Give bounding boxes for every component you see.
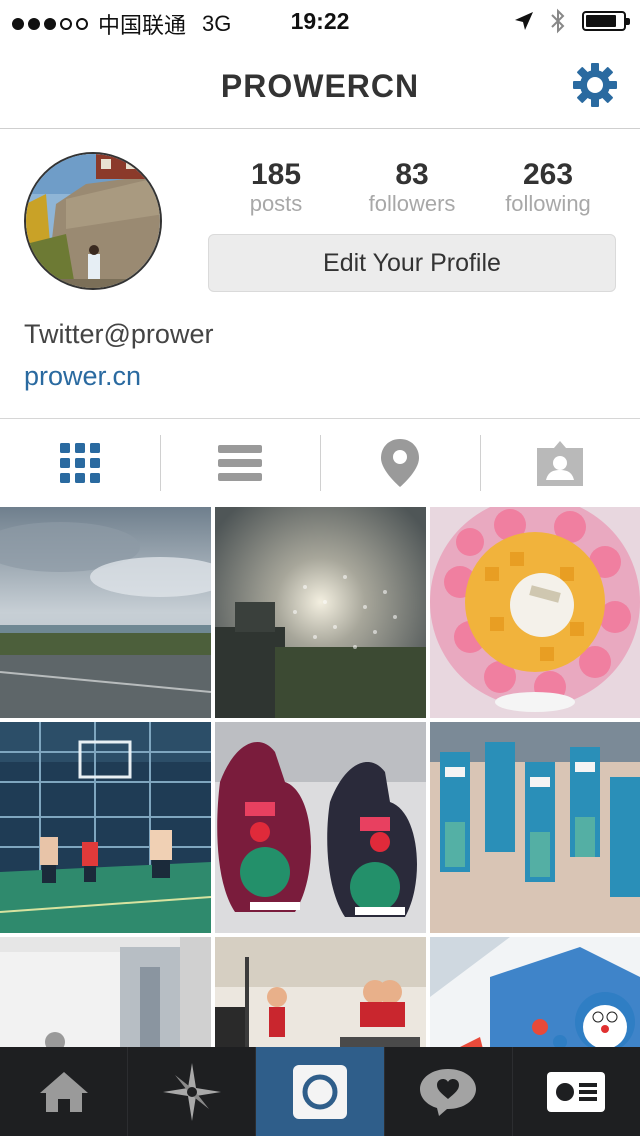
- profile-bio: Twitter@prower: [24, 319, 214, 349]
- tab-grid-view[interactable]: [0, 419, 160, 507]
- tab-profile[interactable]: [513, 1047, 640, 1136]
- tab-explore[interactable]: [128, 1047, 257, 1136]
- bluetooth-icon: [551, 8, 565, 34]
- stat-posts[interactable]: 185 posts: [208, 159, 344, 217]
- photo-thumbnail[interactable]: [0, 722, 211, 933]
- list-icon: [218, 445, 262, 481]
- tab-map-view[interactable]: [320, 419, 480, 507]
- stat-label: following: [505, 191, 591, 216]
- page-title: PROWERCN: [220, 68, 420, 104]
- home-icon: [39, 1071, 88, 1112]
- stat-label: followers: [368, 191, 456, 216]
- tab-list-view[interactable]: [160, 419, 320, 507]
- photo-thumbnail[interactable]: [215, 507, 426, 718]
- location-pin-icon: [381, 439, 419, 487]
- photo-thumbnail[interactable]: [0, 507, 211, 718]
- gear-icon[interactable]: [572, 62, 618, 108]
- nav-bar: PROWERCN: [0, 40, 640, 129]
- stat-value: 185: [250, 158, 302, 191]
- view-mode-bar: [0, 419, 640, 507]
- tab-tagged-view[interactable]: [480, 419, 640, 507]
- star-compass-icon: [162, 1062, 221, 1121]
- stat-value: 263: [522, 158, 574, 191]
- stat-following[interactable]: 263 following: [480, 159, 616, 217]
- photo-thumbnail[interactable]: [215, 722, 426, 933]
- profile-stats: 185 posts 83 followers 263 following: [208, 159, 616, 217]
- photo-thumbnail[interactable]: [430, 722, 640, 933]
- tab-home[interactable]: [0, 1047, 129, 1136]
- profile-header: 185 posts 83 followers 263 following Edi…: [0, 129, 640, 419]
- stat-followers[interactable]: 83 followers: [344, 159, 480, 217]
- stat-value: 83: [395, 158, 429, 191]
- edit-profile-button[interactable]: Edit Your Profile: [208, 234, 616, 292]
- status-bar: 中国联通 3G 19:22: [0, 0, 640, 40]
- tagged-person-icon: [537, 441, 583, 486]
- heart-bubble-icon: [420, 1068, 477, 1116]
- tab-activity[interactable]: [385, 1047, 513, 1136]
- grid-icon: [60, 443, 100, 483]
- tab-camera[interactable]: [256, 1047, 385, 1136]
- photo-thumbnail[interactable]: [430, 507, 640, 718]
- location-arrow-icon: [515, 12, 533, 30]
- tab-bar: [0, 1047, 640, 1136]
- photo-thumbnail[interactable]: [0, 937, 211, 1047]
- photo-thumbnail[interactable]: [430, 937, 640, 1047]
- avatar[interactable]: [24, 152, 162, 290]
- stat-label: posts: [249, 191, 303, 216]
- profile-website-link[interactable]: prower.cn: [24, 361, 141, 392]
- camera-icon: [293, 1064, 347, 1119]
- battery-icon: [582, 11, 630, 31]
- photo-thumbnail[interactable]: [215, 937, 426, 1047]
- profile-card-icon: [547, 1071, 606, 1112]
- photo-grid: [0, 507, 640, 1047]
- status-right: [514, 8, 630, 34]
